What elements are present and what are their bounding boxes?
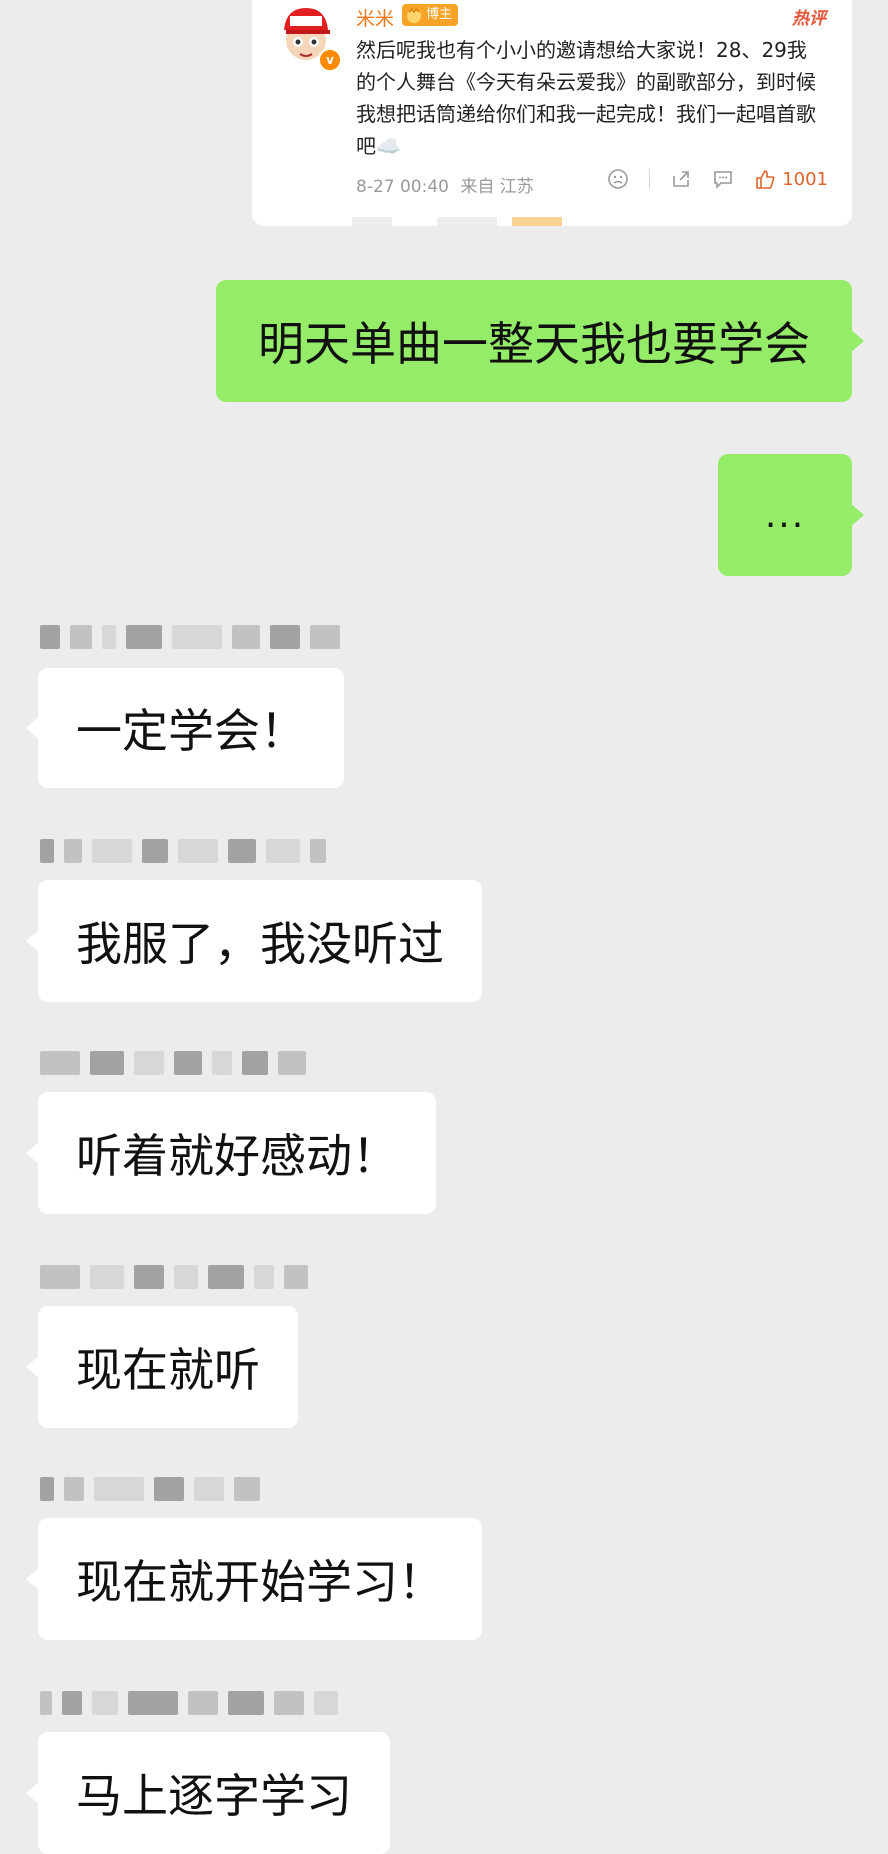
share-icon[interactable] bbox=[670, 168, 692, 190]
divider bbox=[649, 169, 651, 189]
weibo-comment-card[interactable]: v 米米 博主 热评 然后呢我也有个小小的邀请想给大家说！28、29我的个人舞台… bbox=[252, 0, 852, 226]
sender-name-blurred bbox=[40, 1262, 308, 1292]
message-text: 我服了，我没听过 bbox=[76, 917, 444, 971]
like-button[interactable]: 1001 bbox=[754, 168, 828, 190]
like-count: 1001 bbox=[782, 168, 828, 190]
comment-meta: 8-27 00:40 来自 江苏 bbox=[356, 172, 534, 197]
comment-icon[interactable] bbox=[712, 168, 734, 190]
username[interactable]: 米米 bbox=[356, 4, 394, 31]
sender-name-blurred bbox=[40, 1048, 306, 1078]
incoming-message[interactable]: 现在就开始学习！ bbox=[26, 1518, 482, 1640]
message-text: 马上逐字学习 bbox=[76, 1769, 352, 1823]
badge-label: 博主 bbox=[426, 7, 453, 22]
message-text: 现在就开始学习！ bbox=[76, 1555, 444, 1609]
message-text: 明天单曲一整天我也要学会 bbox=[258, 317, 810, 371]
sender-name-blurred bbox=[40, 622, 340, 652]
incoming-message[interactable]: 现在就听 bbox=[26, 1306, 298, 1428]
incoming-message[interactable]: 我服了，我没听过 bbox=[26, 880, 482, 1002]
message-text: 一定学会！ bbox=[76, 704, 306, 758]
location: 来自 江苏 bbox=[460, 177, 534, 197]
dislike-face-icon[interactable] bbox=[607, 168, 629, 190]
next-comment-preview bbox=[352, 212, 572, 226]
message-text: ... bbox=[764, 494, 806, 536]
message-text: 现在就听 bbox=[76, 1343, 260, 1397]
message-text: 听着就好感动！ bbox=[76, 1129, 398, 1183]
incoming-message[interactable]: 一定学会！ bbox=[26, 668, 344, 788]
incoming-message[interactable]: 听着就好感动！ bbox=[26, 1092, 436, 1214]
verified-badge-icon: v bbox=[318, 48, 342, 72]
incoming-message[interactable]: 马上逐字学习 bbox=[26, 1732, 390, 1854]
timestamp: 8-27 00:40 bbox=[356, 177, 449, 197]
comment-actions: 1001 bbox=[607, 168, 828, 190]
sender-name-blurred bbox=[40, 1688, 338, 1718]
outgoing-message[interactable]: 明天单曲一整天我也要学会 bbox=[216, 280, 864, 402]
crown-icon bbox=[407, 7, 421, 23]
sender-name-blurred bbox=[40, 1474, 260, 1504]
comment-text: 然后呢我也有个小小的邀请想给大家说！28、29我的个人舞台《今天有朵云爱我》的副… bbox=[356, 38, 816, 158]
thumbs-up-icon bbox=[756, 170, 775, 189]
sender-name-blurred bbox=[40, 836, 326, 866]
outgoing-message[interactable]: ... bbox=[718, 454, 864, 576]
blogger-badge: 博主 bbox=[402, 4, 459, 26]
hot-comment-label: 热评 bbox=[792, 9, 826, 29]
